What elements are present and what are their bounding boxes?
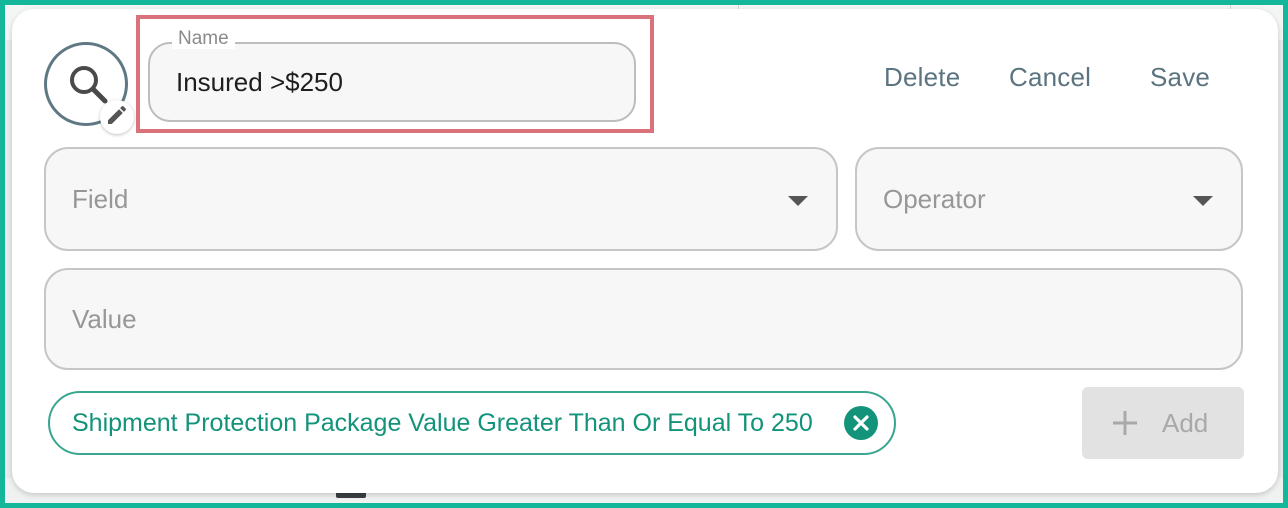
plus-icon: [1112, 410, 1138, 441]
field-select[interactable]: Field: [44, 147, 838, 251]
edit-avatar-button[interactable]: [100, 100, 134, 134]
filter-chip-label: Shipment Protection Package Value Greate…: [72, 409, 813, 437]
filter-editor-dialog: Name Insured >$250 Delete Cancel Save Fi…: [12, 9, 1278, 493]
chevron-down-icon: [1193, 196, 1213, 206]
add-button[interactable]: Add: [1082, 387, 1244, 459]
name-field-label: Name: [172, 29, 235, 49]
cancel-button[interactable]: Cancel: [1009, 61, 1091, 93]
chevron-down-icon: [788, 196, 808, 206]
add-button-label: Add: [1162, 408, 1209, 438]
close-circle-icon[interactable]: [844, 406, 878, 440]
filter-chip[interactable]: Shipment Protection Package Value Greate…: [48, 391, 896, 455]
pencil-icon: [105, 103, 129, 132]
operator-select[interactable]: Operator: [855, 147, 1243, 251]
save-button[interactable]: Save: [1150, 61, 1210, 93]
field-select-placeholder: Field: [72, 184, 129, 214]
value-input[interactable]: Value: [44, 268, 1243, 370]
delete-button[interactable]: Delete: [884, 61, 960, 93]
name-field-value[interactable]: Insured >$250: [176, 67, 343, 97]
value-input-placeholder: Value: [72, 304, 137, 334]
operator-select-placeholder: Operator: [883, 184, 986, 214]
